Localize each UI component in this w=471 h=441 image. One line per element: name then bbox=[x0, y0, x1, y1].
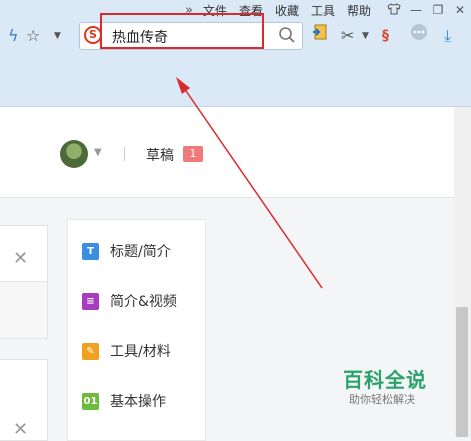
document-icon: ≡ bbox=[82, 292, 99, 310]
wrench-icon: ✎ bbox=[82, 342, 99, 360]
step-nav-tools-materials[interactable]: ✎ 工具/材料 bbox=[82, 341, 171, 361]
chevron-down-icon[interactable]: ▼ bbox=[54, 22, 61, 50]
scrollbar-thumb[interactable] bbox=[456, 307, 468, 437]
skin-shirt-icon[interactable] bbox=[383, 2, 405, 18]
search-icon[interactable] bbox=[278, 26, 296, 48]
watermark-subtitle: 助你轻松解决 bbox=[349, 393, 415, 406]
step-label: 标题/简介 bbox=[110, 244, 171, 260]
step-nav-title-intro[interactable]: T 标题/简介 bbox=[82, 241, 171, 261]
step-navigation: T 标题/简介 ≡ 简介&视频 ✎ 工具/材料 01 基本操作 bbox=[67, 219, 206, 441]
extension-icon[interactable]: § bbox=[382, 22, 389, 50]
editor-block bbox=[0, 281, 48, 339]
restore-icon[interactable]: ❐ bbox=[427, 3, 449, 17]
step-label: 基本操作 bbox=[110, 394, 166, 410]
vertical-scrollbar[interactable] bbox=[454, 107, 471, 437]
step-nav-basic-operations[interactable]: 01 基本操作 bbox=[82, 391, 166, 411]
divider bbox=[124, 147, 125, 161]
chevron-down-icon[interactable]: ▼ bbox=[94, 147, 102, 158]
menu-item-favorites[interactable]: 收藏 bbox=[275, 2, 299, 19]
minimize-icon[interactable]: — bbox=[405, 3, 427, 17]
download-icon[interactable]: ⤓ bbox=[444, 22, 451, 50]
title-text-icon: T bbox=[82, 242, 99, 260]
chevron-down-icon[interactable]: ▼ bbox=[362, 22, 369, 50]
menu-item-help[interactable]: 帮助 bbox=[347, 2, 371, 19]
menu-item-tools[interactable]: 工具 bbox=[311, 2, 335, 19]
more-options-icon[interactable] bbox=[410, 22, 428, 50]
step-nav-intro-video[interactable]: ≡ 简介&视频 bbox=[82, 291, 177, 311]
drafts-count-badge: 1 bbox=[183, 146, 203, 162]
page-header: ▼ 草稿 1 bbox=[0, 107, 471, 198]
search-field[interactable]: S 热血传奇 bbox=[79, 13, 303, 50]
star-favorite-icon[interactable]: ☆ bbox=[26, 22, 40, 50]
step-label: 工具/材料 bbox=[110, 344, 171, 360]
search-input[interactable]: 热血传奇 bbox=[112, 27, 168, 47]
avatar[interactable] bbox=[60, 140, 88, 168]
browser-toolbar: » 文件 查看 收藏 工具 帮助 — ❐ ✕ ϟ ☆ ▼ S 热血传奇 ✂ ▼ … bbox=[0, 0, 471, 107]
lightning-icon[interactable]: ϟ bbox=[8, 22, 19, 50]
scissors-screenshot-icon[interactable]: ✂ bbox=[341, 22, 354, 50]
close-icon[interactable]: ✕ bbox=[449, 3, 471, 17]
step-number-icon: 01 bbox=[82, 392, 99, 410]
bookmark-export-icon[interactable] bbox=[312, 22, 330, 50]
watermark-title: 百科全说 bbox=[343, 368, 427, 392]
step-label: 简介&视频 bbox=[110, 294, 177, 310]
close-icon[interactable]: ✕ bbox=[13, 248, 28, 269]
drafts-link[interactable]: 草稿 bbox=[146, 145, 174, 165]
